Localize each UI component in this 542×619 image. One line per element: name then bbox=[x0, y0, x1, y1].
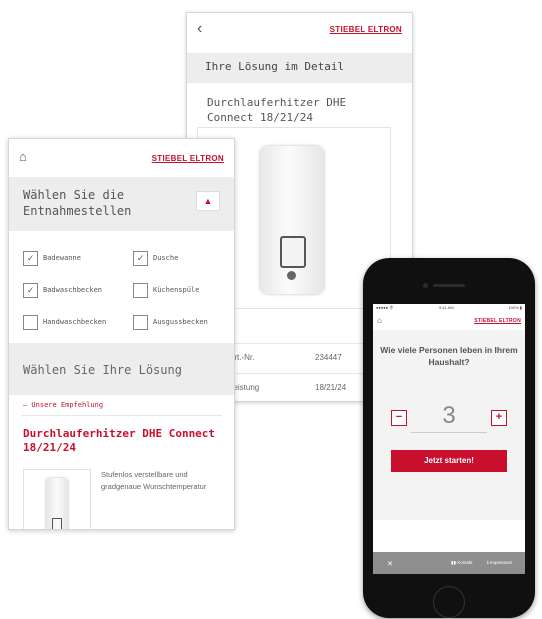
brand-logo: STIEBEL ELTRON bbox=[474, 318, 521, 324]
persons-card: Wie viele Personen leben in Ihrem Hausha… bbox=[373, 330, 525, 520]
speaker bbox=[433, 284, 465, 287]
recommended-product-link[interactable]: Durchlauferhitzer DHE Connect 18/21/24 bbox=[23, 427, 223, 455]
count-underline bbox=[411, 432, 487, 433]
heater-display bbox=[280, 236, 306, 268]
brand-logo: STIEBEL ELTRON bbox=[151, 154, 224, 163]
status-time: 9:41 AM bbox=[439, 305, 454, 310]
home-icon[interactable]: ⌂ bbox=[19, 149, 27, 164]
signal-indicator: ●●●●● 令 bbox=[376, 305, 394, 310]
imprint-link[interactable]: ℹ Impressum bbox=[487, 560, 512, 566]
checkbox-label: Badwaschbecken bbox=[43, 286, 103, 294]
solution-heading: Wählen Sie Ihre Lösung bbox=[23, 363, 182, 377]
checkbox-box[interactable]: ✓ bbox=[133, 251, 148, 266]
selection-topbar: ⌂ STIEBEL ELTRON bbox=[9, 139, 234, 173]
product-thumbnail[interactable] bbox=[23, 469, 91, 529]
detail-header: Ihre Lösung im Detail bbox=[187, 53, 412, 83]
close-icon[interactable]: ✕ bbox=[387, 560, 393, 568]
home-button[interactable] bbox=[433, 586, 465, 618]
product-description: Stufenlos verstellbare und gradgenaue Wu… bbox=[101, 470, 207, 491]
chevron-down-icon[interactable]: ▲ bbox=[196, 191, 220, 211]
phone-screen: ●●●●● 令 9:41 AM 100% ▮ ⌂ STIEBEL ELTRON … bbox=[373, 304, 525, 574]
selection-screen: ⌂ STIEBEL ELTRON Wählen Sie die Entnahme… bbox=[8, 138, 235, 530]
camera bbox=[423, 283, 428, 288]
status-bar: ●●●●● 令 9:41 AM 100% ▮ bbox=[373, 304, 525, 312]
contact-link[interactable]: ▮▮ Kontakt bbox=[451, 560, 472, 566]
detail-row-value: 234447 bbox=[315, 353, 342, 362]
battery-indicator: 100% ▮ bbox=[508, 305, 522, 310]
persons-question: Wie viele Personen leben in Ihrem Hausha… bbox=[380, 345, 518, 367]
checkbox-box[interactable] bbox=[23, 315, 38, 330]
detail-row-value: 18/21/24 bbox=[315, 383, 347, 392]
chevron-left-icon[interactable]: ‹ bbox=[197, 20, 202, 38]
checkbox-label: Küchenspüle bbox=[153, 286, 200, 294]
solution-heading-bar: Wählen Sie Ihre Lösung bbox=[9, 343, 234, 395]
home-icon[interactable]: ⌂ bbox=[377, 316, 382, 325]
checkbox-box[interactable]: ✓ bbox=[23, 251, 38, 266]
water-heater-image bbox=[260, 146, 324, 294]
detail-topbar: ‹ STIEBEL ELTRON bbox=[187, 13, 412, 49]
checkbox-label: Ausgussbecken bbox=[153, 318, 208, 326]
selection-heading-bar: Wählen Sie die Entnahmestellen ▲ bbox=[9, 177, 234, 231]
start-button[interactable]: Jetzt starten! bbox=[391, 450, 507, 472]
detail-title: Ihre Lösung im Detail bbox=[205, 60, 345, 73]
divider bbox=[21, 415, 222, 416]
detail-product-name: Durchlauferhitzer DHE Connect 18/21/24 bbox=[207, 96, 347, 124]
person-count: 3 bbox=[442, 402, 456, 429]
footer-bar: ✕ ▮▮ Kontakt ℹ Impressum bbox=[373, 552, 525, 574]
checkbox-box[interactable] bbox=[133, 315, 148, 330]
checkbox-label: Dusche bbox=[153, 254, 179, 262]
heater-knob bbox=[287, 271, 296, 280]
decrement-button[interactable]: − bbox=[391, 410, 407, 426]
checkbox-label: Handwaschbecken bbox=[43, 318, 107, 326]
heater-display bbox=[52, 518, 62, 529]
brand-logo: STIEBEL ELTRON bbox=[329, 25, 402, 34]
checkbox-box[interactable]: ✓ bbox=[23, 283, 38, 298]
selection-heading: Wählen Sie die Entnahmestellen bbox=[23, 188, 132, 218]
increment-button[interactable]: + bbox=[491, 410, 507, 426]
checkbox-box[interactable] bbox=[133, 283, 148, 298]
recommendation-label: – Unsere Empfehlung bbox=[23, 401, 104, 409]
checkbox-label: Badewanne bbox=[43, 254, 81, 262]
smartphone: ●●●●● 令 9:41 AM 100% ▮ ⌂ STIEBEL ELTRON … bbox=[363, 258, 535, 618]
water-heater-image bbox=[46, 478, 68, 529]
